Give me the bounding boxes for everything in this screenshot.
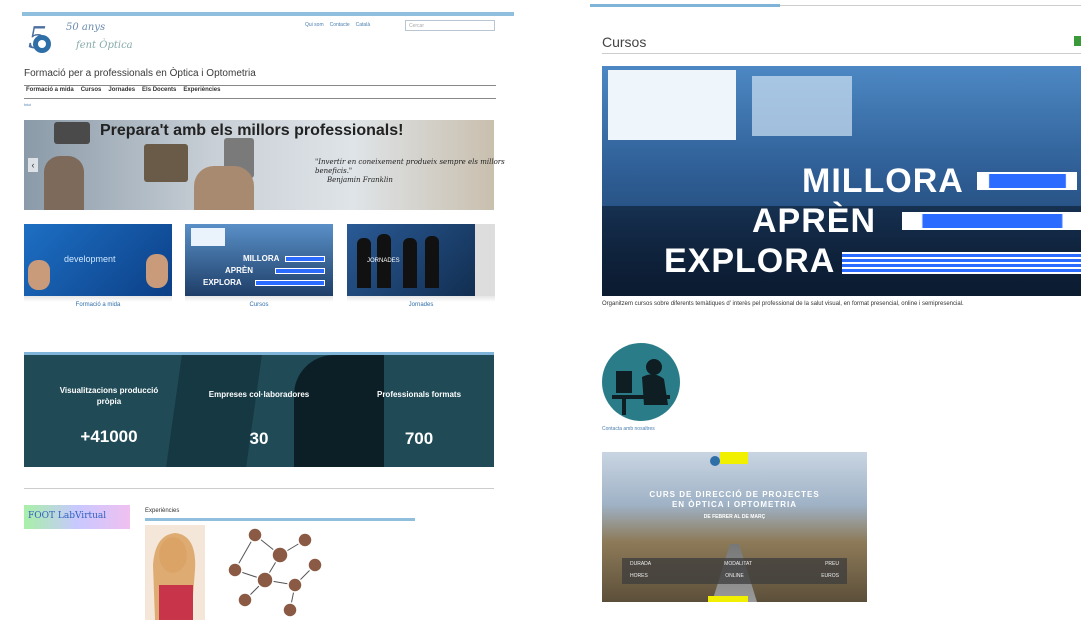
stat-label: Professionals formats [376,390,462,399]
hero-word-apren: APRÈN [752,202,877,240]
page-title: Cursos [602,34,647,50]
nav-item-custom-training[interactable]: Formació a mida [26,87,74,93]
head-silhouette [294,355,384,467]
puzzle-piece-icon [54,122,90,144]
nav-divider-top [24,85,496,86]
stat-value: +41000 [80,427,138,446]
thumb-image-text: development [64,254,116,264]
thumb-label[interactable]: Formació a mida [24,302,172,308]
breadcrumb[interactable]: Inici [24,102,31,107]
slider-quote: "Invertir en coneixement produeix sempre… [315,158,505,185]
courses-description: Organitzem cursos sobre diferents temàti… [602,301,964,307]
nav-item-courses[interactable]: Cursos [81,87,102,93]
quote-text: "Invertir en coneixement produeix sempre… [315,158,505,175]
nav-item-teachers[interactable]: Els Docents [142,87,176,93]
puzzle-piece-icon [144,144,188,182]
nav-item-sessions[interactable]: Jornades [108,87,135,93]
courses-hero-image: MILLORA APRÈN EXPLORA [602,66,1081,296]
top-accent-bar [22,12,514,16]
projection-screen [752,76,852,136]
stat-label: Empreses col·laboradores [208,390,310,399]
thumb-custom-training[interactable]: development Formació a mida [24,224,172,308]
course-poster[interactable]: CURS DE DIRECCIÓ DE PROJECTES EN ÒPTICA … [602,452,867,602]
network-people-image [145,525,323,620]
thumb-sessions[interactable]: JORNADES Jornades [347,224,495,308]
thumb-image: JORNADES [347,224,495,296]
thumb-image: development [24,224,172,296]
stat-value: 30 [249,429,269,448]
search-input[interactable]: Cercar [405,20,495,31]
thumb-image-text: JORNADES [367,258,400,264]
main-nav: Formació a mida Cursos Jornades Els Doce… [26,87,220,93]
thumb-courses[interactable]: MILLORA APRÈN EXPLORA Cursos [185,224,333,308]
toplink-about[interactable]: Qui som [305,22,324,28]
experiences-accent-line [145,518,415,521]
slider-title: Prepara't amb els millors professionals! [100,122,404,139]
logo-icon [710,456,720,466]
thumb-label[interactable]: Jornades [347,302,495,308]
thumb-word: EXPLORA [203,278,242,287]
poster-info-table: DURADA MODALITAT PREU HORES ONLINE EUROS [622,558,847,584]
fifty-years-logo-icon: 5 [28,21,51,56]
person-silhouette [425,236,439,288]
top-accent-bar [590,4,780,7]
poster-title: CURS DE DIRECCIÓ DE PROJECTES EN ÒPTICA … [649,490,820,509]
title-divider [602,53,1081,54]
hand-image [28,260,50,290]
projection-screen [191,228,225,246]
thumb-word: APRÈN [225,266,254,275]
poster-dates: DE FEBRER AL DE MARÇ [703,514,766,520]
person-silhouette [403,238,417,288]
toplink-language[interactable]: Català [356,22,370,28]
hand-image [194,166,254,210]
stat-label: Visualitzacions producció pròpia [59,386,159,406]
contact-avatar[interactable] [602,343,680,421]
hand-image [146,254,168,288]
section-divider [24,488,494,489]
contact-link[interactable]: Contacta amb nosaltres [602,426,655,432]
toplink-contact[interactable]: Contacte [330,22,350,28]
thumb-word: MILLORA [243,254,280,263]
experiences-heading: Experiències [145,508,180,514]
person-at-desk-icon [612,359,670,415]
site-logo[interactable]: 5 50 anys fent Òptica [26,18,166,62]
share-icon[interactable] [1074,36,1081,46]
hand-image [44,156,84,210]
thumb-label[interactable]: Cursos [185,302,333,308]
lab-virtual-badge[interactable]: FOOT LabVirtual [24,505,130,529]
nav-item-experiences[interactable]: Experiències [183,87,220,93]
logo-text-line1: 50 anys [66,22,106,33]
thumb-image: MILLORA APRÈN EXPLORA [185,224,333,296]
logo-text-line2: fent Òptica [76,40,133,51]
hero-word-explora: EXPLORA [664,242,836,280]
stats-banner: Visualitzacions producció pròpia +41000 … [24,355,494,467]
right-website-screenshot: Cursos MILLORA APRÈN EXPLORA Organitzem … [590,0,1081,622]
slider-prev-arrow-icon[interactable]: ‹ [28,158,38,172]
left-website-screenshot: 5 50 anys fent Òptica Qui som Contacte C… [20,0,514,622]
stat-value: 700 [404,429,434,448]
projection-screen [608,70,736,140]
quote-author: Benjamin Franklin [327,176,393,184]
site-title: Formació per a professionals en Òptica i… [24,68,256,79]
hero-word-millora: MILLORA [802,162,964,200]
top-links: Qui som Contacte Català [305,22,370,28]
nav-divider-bottom [24,98,496,99]
